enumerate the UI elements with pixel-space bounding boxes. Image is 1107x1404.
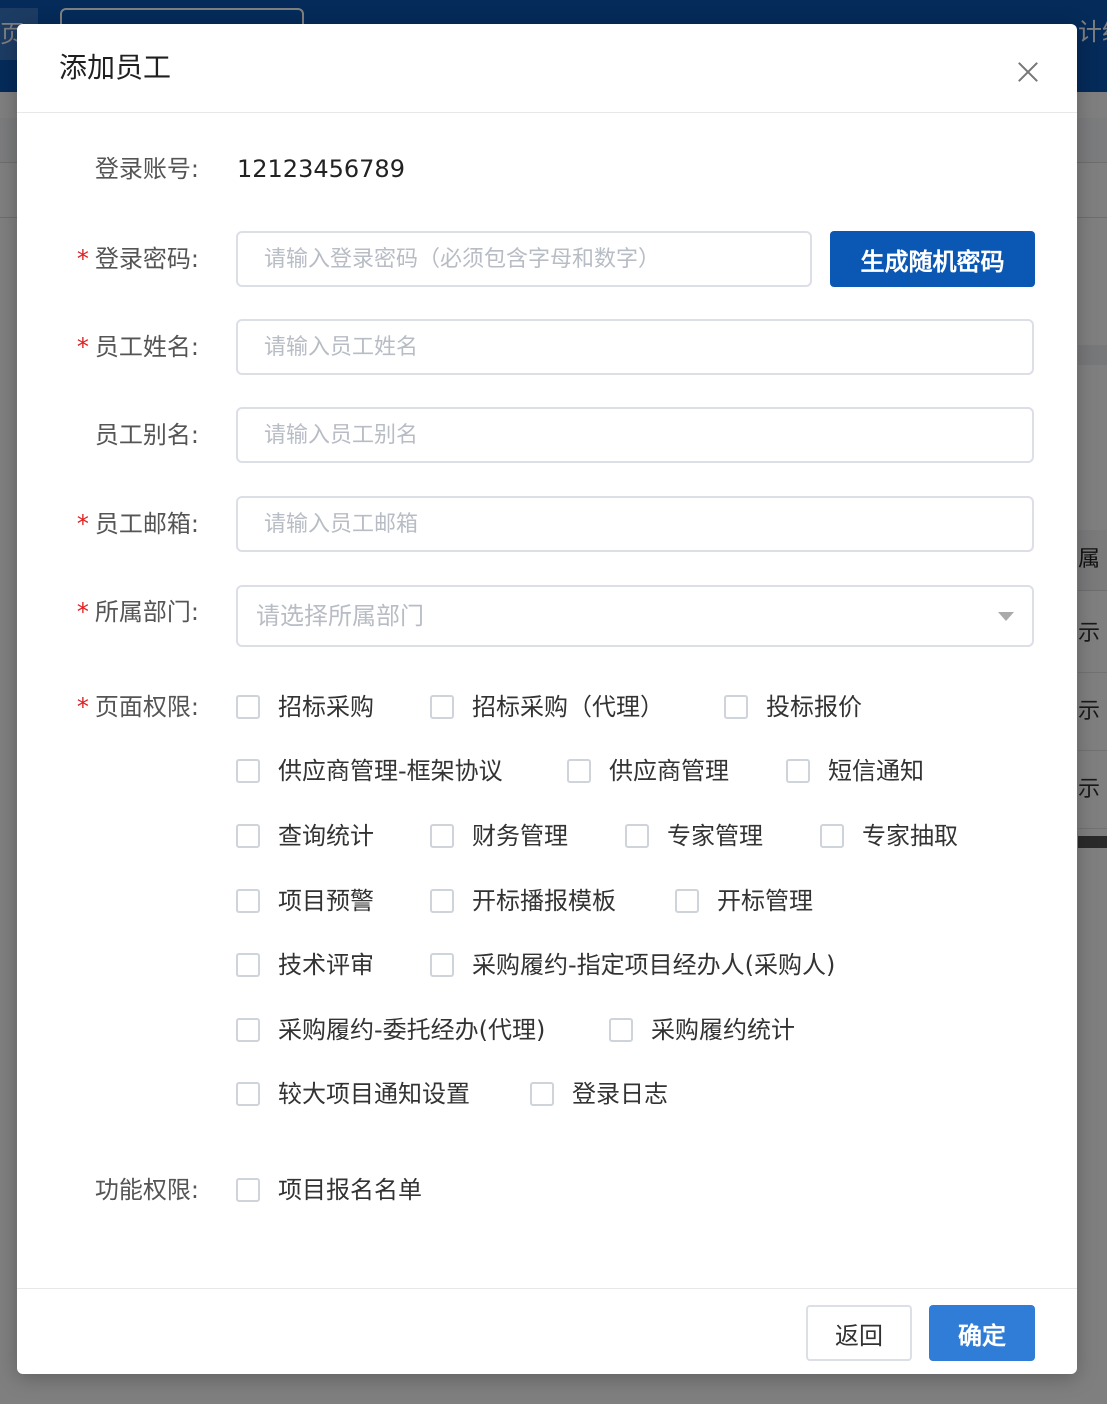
permission-checkbox-item[interactable]: 较大项目通知设置: [236, 1079, 470, 1109]
name-label: * 员工姓名:: [76, 333, 199, 361]
permission-checkbox-item[interactable]: 开标播报模板: [430, 886, 616, 916]
confirm-button[interactable]: 确定: [929, 1305, 1035, 1361]
dialog-title: 添加员工: [59, 51, 172, 84]
permission-checkbox-item[interactable]: 采购履约-委托经办(代理): [236, 1015, 545, 1045]
email-label: * 员工邮箱:: [76, 510, 199, 538]
back-button[interactable]: 返回: [806, 1305, 912, 1361]
required-mark: *: [76, 245, 89, 273]
checkbox[interactable]: [236, 695, 260, 719]
employee-alias-input[interactable]: [236, 407, 1034, 463]
alias-label: 员工别名:: [94, 421, 199, 449]
add-employee-dialog: 添加员工 登录账号: 12123456789 *登录密码: 生成随机密码 *员工…: [17, 24, 1077, 1374]
account-value: 12123456789: [237, 155, 405, 183]
generate-password-button[interactable]: 生成随机密码: [830, 231, 1035, 287]
employee-name-input[interactable]: [236, 319, 1034, 375]
permission-checkbox-item[interactable]: 招标采购（代理）: [430, 692, 664, 722]
required-mark: *: [76, 510, 89, 538]
checkbox[interactable]: [430, 695, 454, 719]
required-mark: *: [76, 333, 89, 361]
department-label: * 所属部门:: [76, 598, 199, 626]
permission-checkbox-item[interactable]: 开标管理: [675, 886, 813, 916]
checkbox[interactable]: [625, 824, 649, 848]
permission-checkbox-item[interactable]: 登录日志: [530, 1079, 668, 1109]
dialog-header: 添加员工: [17, 24, 1077, 113]
page-permissions-label: * 页面权限:: [76, 693, 199, 721]
checkbox[interactable]: [236, 953, 260, 977]
password-input[interactable]: [236, 231, 812, 287]
checkbox[interactable]: [609, 1018, 633, 1042]
permission-checkbox-item[interactable]: 查询统计: [236, 821, 374, 851]
department-select-placeholder: 请选择所属部门: [256, 602, 424, 630]
permission-checkbox-item[interactable]: 采购履约统计: [609, 1015, 795, 1045]
checkbox[interactable]: [236, 1082, 260, 1106]
permission-checkbox-item[interactable]: 供应商管理-框架协议: [236, 756, 503, 786]
checkbox[interactable]: [430, 889, 454, 913]
checkbox[interactable]: [820, 824, 844, 848]
permission-checkbox-item[interactable]: 项目预警: [236, 886, 374, 916]
checkbox[interactable]: [236, 824, 260, 848]
checkbox[interactable]: [236, 1178, 260, 1202]
permission-checkbox-item[interactable]: 短信通知: [786, 756, 924, 786]
checkbox[interactable]: [236, 889, 260, 913]
checkbox[interactable]: [675, 889, 699, 913]
required-mark: *: [76, 693, 89, 721]
checkbox[interactable]: [430, 824, 454, 848]
function-permission-checkbox-item[interactable]: 项目报名名单: [236, 1175, 422, 1205]
password-label: * 登录密码:: [76, 245, 199, 273]
employee-email-input[interactable]: [236, 496, 1034, 552]
close-icon[interactable]: [1017, 61, 1039, 83]
permission-checkbox-item[interactable]: 专家管理: [625, 821, 763, 851]
checkbox[interactable]: [430, 953, 454, 977]
function-permissions-label: 功能权限:: [94, 1176, 199, 1204]
permission-checkbox-item[interactable]: 采购履约-指定项目经办人(采购人): [430, 950, 835, 980]
chevron-down-icon: [998, 612, 1014, 621]
checkbox[interactable]: [786, 759, 810, 783]
department-select[interactable]: 请选择所属部门: [236, 585, 1034, 647]
checkbox[interactable]: [530, 1082, 554, 1106]
checkbox[interactable]: [236, 759, 260, 783]
permission-checkbox-item[interactable]: 招标采购: [236, 692, 374, 722]
dialog-footer: 返回 确定: [17, 1288, 1077, 1375]
permission-checkbox-item[interactable]: 技术评审: [236, 950, 374, 980]
checkbox[interactable]: [567, 759, 591, 783]
permission-checkbox-item[interactable]: 供应商管理: [567, 756, 729, 786]
permission-checkbox-item[interactable]: 专家抽取: [820, 821, 958, 851]
account-label: 登录账号:: [94, 155, 199, 183]
required-mark: *: [76, 598, 89, 626]
permission-checkbox-item[interactable]: 财务管理: [430, 821, 568, 851]
permission-checkbox-item[interactable]: 投标报价: [724, 692, 862, 722]
checkbox[interactable]: [724, 695, 748, 719]
checkbox[interactable]: [236, 1018, 260, 1042]
